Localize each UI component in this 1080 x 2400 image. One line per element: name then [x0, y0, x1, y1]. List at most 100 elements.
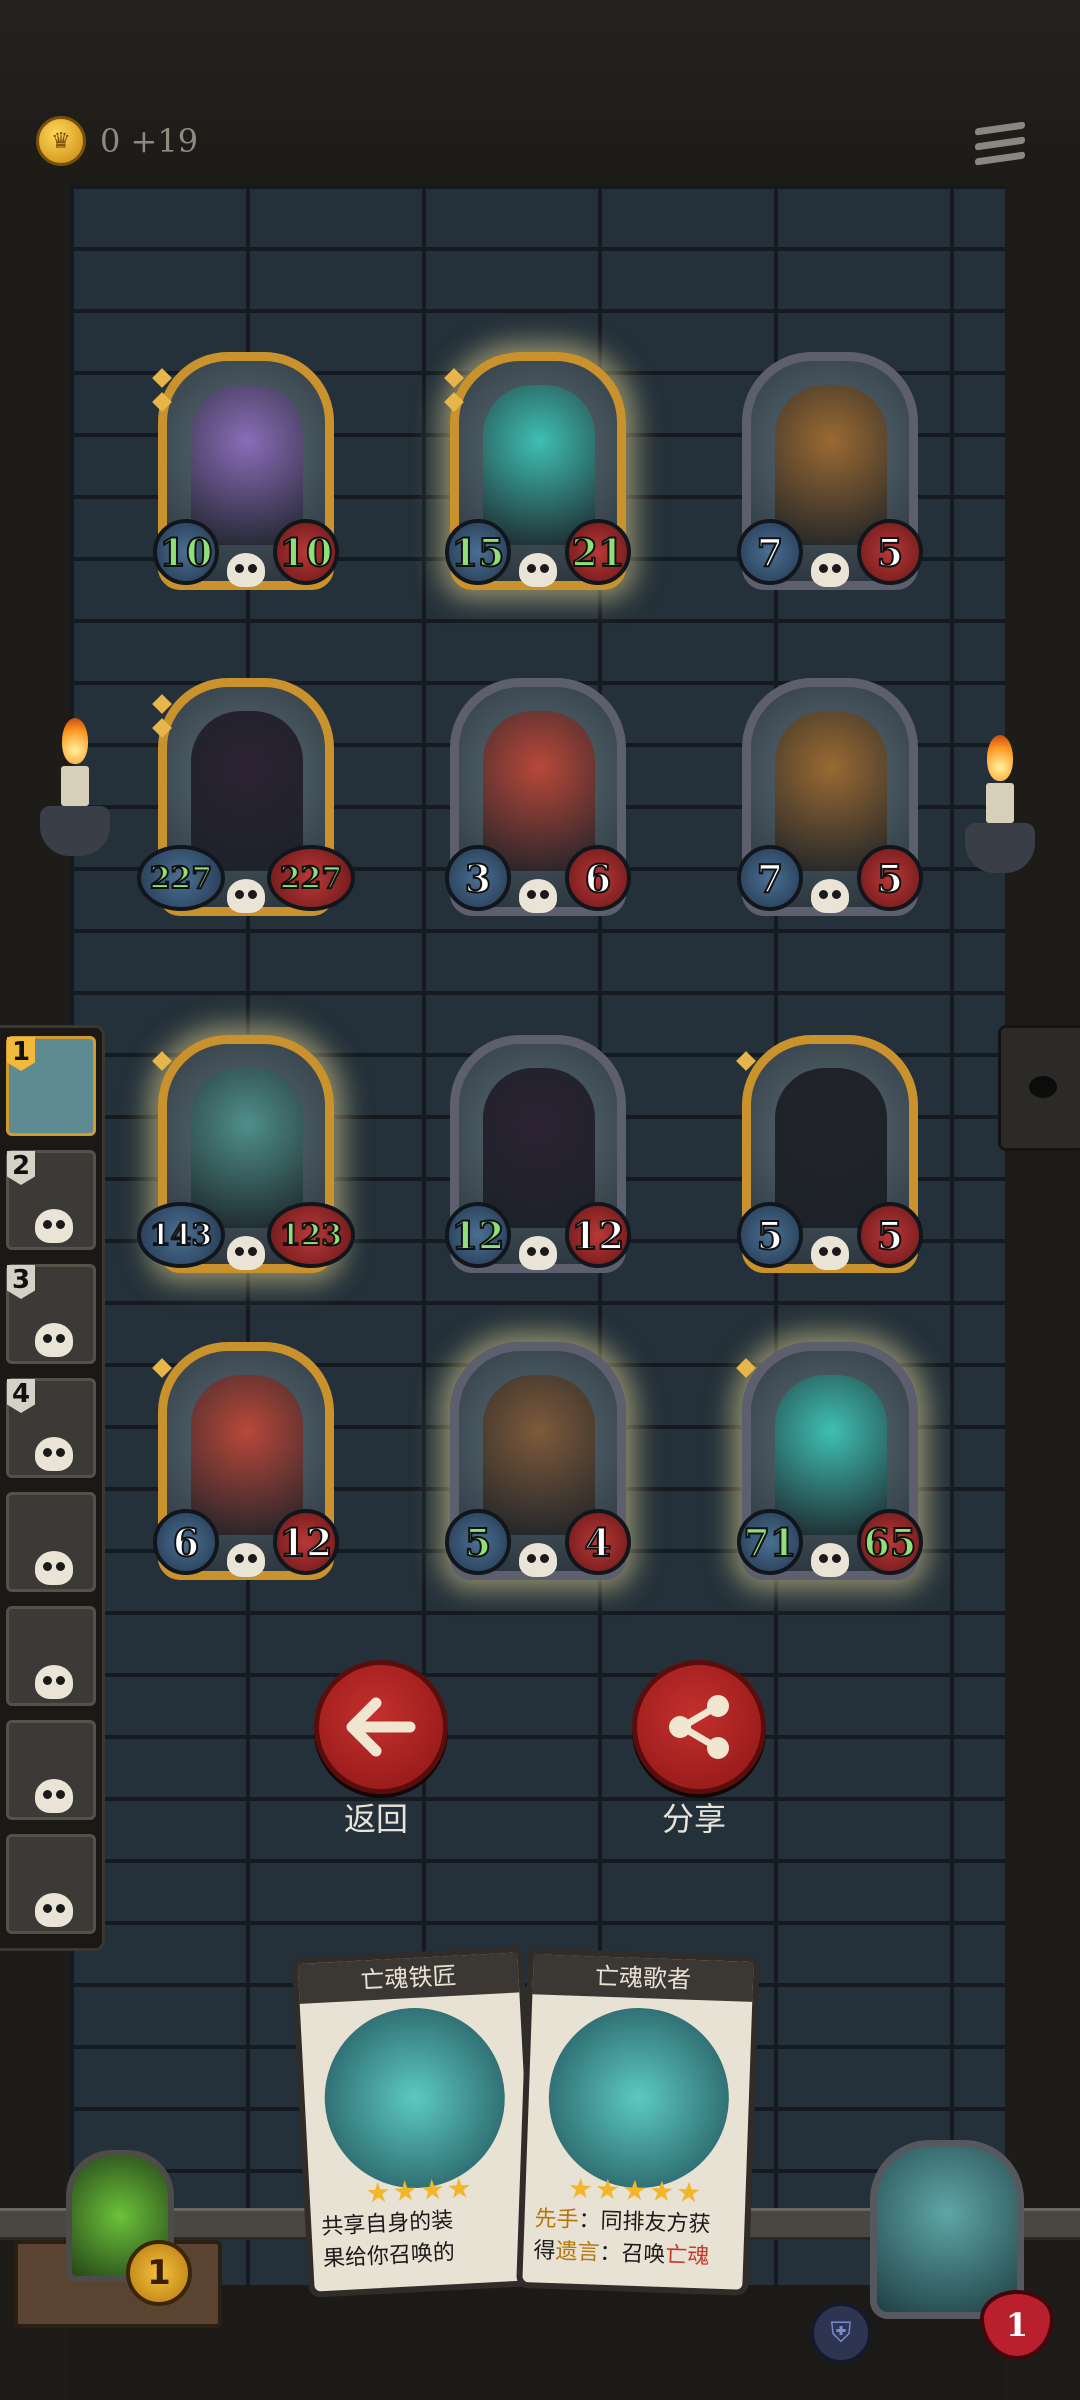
back-button[interactable]	[314, 1660, 448, 1794]
shield-icon[interactable]: ⛨	[810, 2302, 872, 2364]
skull-icon	[35, 1893, 73, 1927]
health-stat: 6	[565, 845, 631, 911]
minion-card[interactable]: 75	[737, 352, 923, 590]
skull-icon	[811, 1236, 849, 1270]
door-latch	[998, 1025, 1080, 1151]
attack-stat: 143	[137, 1202, 225, 1268]
health-stat: 5	[857, 1202, 923, 1268]
share-label: 分享	[661, 1800, 726, 1838]
health-stat: 4	[565, 1509, 631, 1575]
skull-icon	[811, 553, 849, 587]
health-stat: 65	[857, 1509, 923, 1575]
health-stat: 10	[273, 519, 339, 585]
skull-icon	[227, 553, 265, 587]
share-button[interactable]	[632, 1660, 766, 1794]
ghost-blacksmith-portrait	[483, 385, 595, 545]
minion-card[interactable]: 12 12	[445, 1035, 631, 1273]
skull-icon	[519, 879, 557, 913]
gold-counter: ♛ 0 +19	[36, 116, 198, 166]
skull-icon	[811, 879, 849, 913]
right-pillar	[1005, 185, 1080, 2400]
minion-card[interactable]: 75	[737, 678, 923, 916]
slot-number: 1	[7, 1037, 35, 1071]
deck-chest[interactable]: 1	[14, 2150, 222, 2328]
team-slot[interactable]: 3	[6, 1264, 96, 1364]
skull-icon	[811, 1543, 849, 1577]
team-slot[interactable]: 2	[6, 1150, 96, 1250]
pumpkin-lock-portrait	[775, 711, 887, 871]
skull-icon	[519, 1236, 557, 1270]
team-slot[interactable]	[6, 1720, 96, 1820]
menu-icon[interactable]	[975, 121, 1025, 175]
arrow-left-icon	[346, 1697, 416, 1757]
skull-icon	[35, 1323, 73, 1357]
team-slot[interactable]: 4	[6, 1378, 96, 1478]
slot-number: 2	[7, 1151, 35, 1185]
skull-icon	[227, 1236, 265, 1270]
hand-card[interactable]: 亡魂铁匠 ★★★★ 共享自身的装 果给你召唤的	[291, 1946, 541, 2298]
attack-stat: 3	[445, 845, 511, 911]
back-label: 返回	[343, 1800, 408, 1838]
torch-right-icon	[965, 735, 1035, 885]
attack-stat: 7	[737, 519, 803, 585]
hand-card-title: 亡魂铁匠	[297, 1952, 520, 2004]
minion-card[interactable]: 6 12	[152, 1342, 339, 1580]
hooded-reaper-portrait	[775, 1068, 887, 1228]
sorceress-portrait	[191, 385, 303, 545]
dark-knight-portrait	[483, 1068, 595, 1228]
crown-coin-icon: ♛	[36, 116, 86, 166]
slot-number: 3	[7, 1265, 35, 1299]
pumpkin-lock-portrait	[775, 385, 887, 545]
minion-card[interactable]: 227 227	[137, 678, 355, 916]
team-slot[interactable]: 1	[6, 1036, 96, 1136]
hand-card-art	[545, 2004, 732, 2192]
team-slot[interactable]	[6, 1492, 96, 1592]
attack-stat: 5	[737, 1202, 803, 1268]
health-stat: 5	[857, 845, 923, 911]
minion-card[interactable]: 10 10	[152, 352, 339, 590]
skull-icon	[35, 1209, 73, 1243]
attack-stat: 15	[445, 519, 511, 585]
ghost-blacksmith-portrait	[775, 1375, 887, 1535]
red-hair-singer-portrait	[483, 711, 595, 871]
health-stat: 12	[273, 1509, 339, 1575]
skull-icon	[35, 1437, 73, 1471]
minion-card[interactable]: 36	[445, 678, 631, 916]
minion-card[interactable]: 15 21	[444, 352, 631, 590]
skull-icon	[227, 1543, 265, 1577]
top-bar: ♛ 0 +19	[0, 0, 1080, 189]
attack-stat: 7	[737, 845, 803, 911]
minion-card[interactable]: 55	[736, 1035, 923, 1273]
slot-number: 4	[7, 1379, 35, 1413]
red-hair-singer-portrait	[191, 1375, 303, 1535]
attack-stat: 71	[737, 1509, 803, 1575]
cannon-bomb-portrait	[483, 1375, 595, 1535]
skull-icon	[35, 1665, 73, 1699]
hand-card-title: 亡魂歌者	[532, 1954, 754, 2002]
hand-card[interactable]: 亡魂歌者 ★★★★★ 先手：同排友方获 得遗言：召唤亡魂	[516, 1948, 760, 2296]
team-slot[interactable]	[6, 1834, 96, 1934]
skull-icon	[519, 1543, 557, 1577]
minion-card[interactable]: 143 123	[137, 1035, 355, 1273]
skull-icon	[227, 879, 265, 913]
health-stat: 5	[857, 519, 923, 585]
gold-text: 0 +19	[100, 122, 199, 160]
team-sidebar: 1 2 3 4	[0, 1025, 105, 1951]
health-stat: 12	[565, 1202, 631, 1268]
torch-left-icon	[40, 718, 110, 868]
deck-count-badge: 1	[126, 2240, 192, 2306]
hand-card-art	[320, 2003, 510, 2193]
attack-stat: 6	[153, 1509, 219, 1575]
attack-stat: 5	[445, 1509, 511, 1575]
share-icon	[669, 1695, 729, 1759]
spirit-banshee-portrait	[191, 1068, 303, 1228]
team-slot[interactable]	[6, 1606, 96, 1706]
minion-card[interactable]: 54	[445, 1342, 631, 1580]
minion-card[interactable]: 71 65	[736, 1342, 923, 1580]
health-stat: 123	[267, 1202, 355, 1268]
hand-card-text: 得遗言：召唤亡魂	[533, 2238, 710, 2270]
skull-icon	[35, 1779, 73, 1813]
attack-stat: 12	[445, 1202, 511, 1268]
attack-stat: 227	[137, 845, 225, 911]
health-stat: 21	[565, 519, 631, 585]
